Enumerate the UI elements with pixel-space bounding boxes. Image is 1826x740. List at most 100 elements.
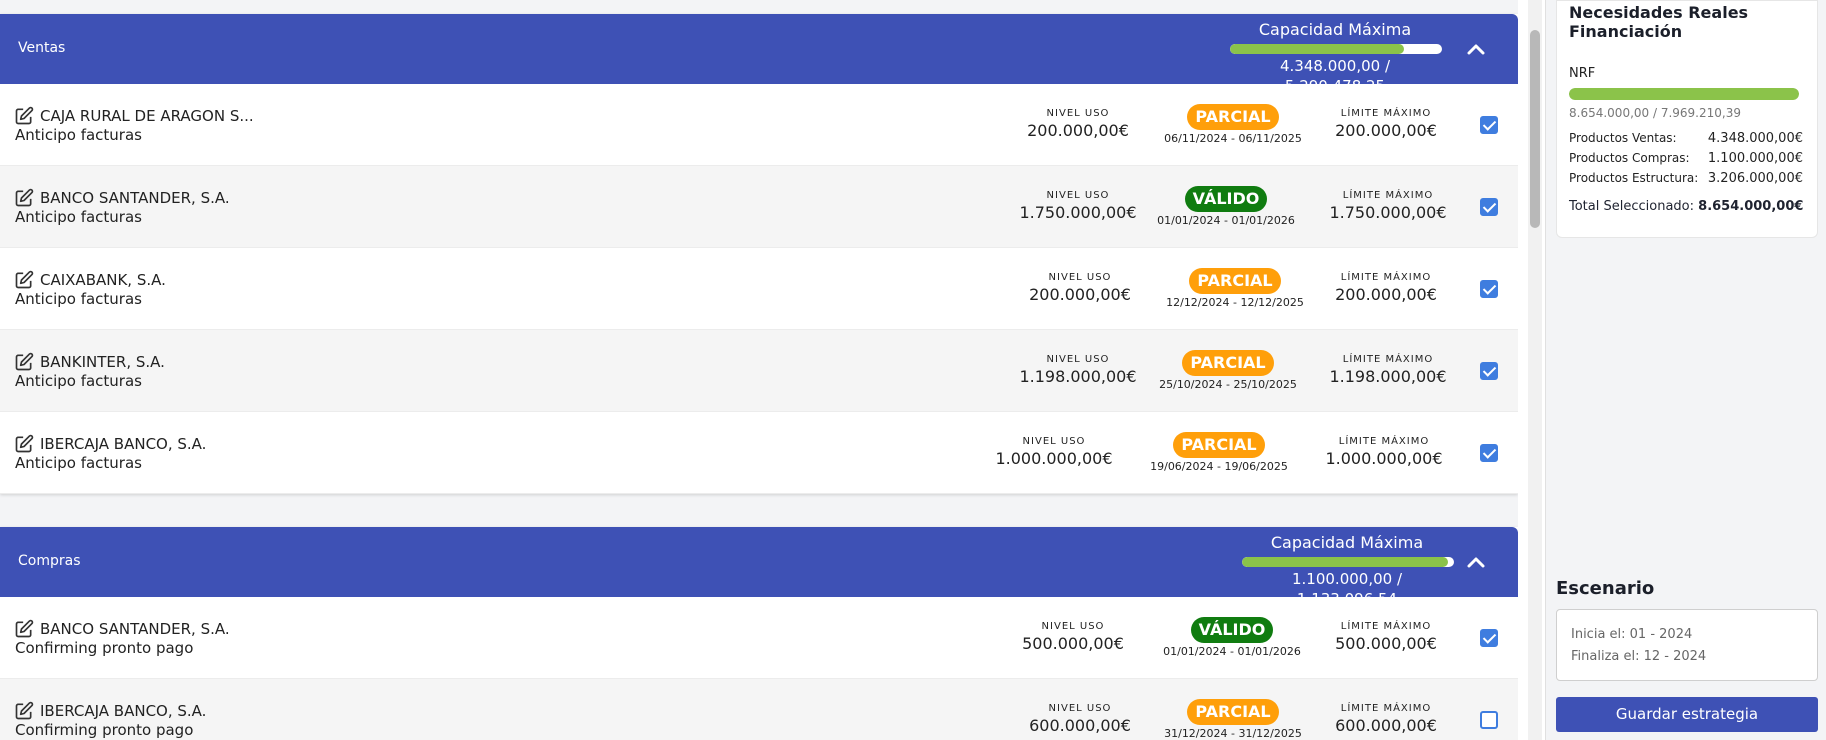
validity-dates: 01/01/2024 - 01/01/2026	[1157, 214, 1295, 227]
select-checkbox[interactable]	[1480, 362, 1498, 380]
limite-maximo-value: 600.000,00€	[1335, 716, 1437, 735]
product-name: Confirming pronto pago	[15, 721, 194, 739]
validity-dates: 31/12/2024 - 31/12/2025	[1164, 727, 1302, 740]
nivel-uso-value: 200.000,00€	[1027, 121, 1129, 140]
status-cell: PARCIAL 19/06/2024 - 19/06/2025	[1139, 432, 1299, 473]
select-checkbox[interactable]	[1480, 444, 1498, 462]
edit-icon[interactable]	[14, 270, 34, 290]
section-ventas: VentasCapacidad Máxima4.348.000,00 / 5.2…	[0, 14, 1518, 494]
total-selected: Total Seleccionado: 8.654.000,00€	[1569, 199, 1805, 214]
table-row: CAIXABANK, S.A. Anticipo facturas NIVEL US…	[0, 248, 1518, 330]
product-name: Anticipo facturas	[15, 290, 142, 308]
nivel-uso: NIVEL USO 600.000,00€	[1015, 703, 1145, 735]
chevron-up-icon[interactable]	[1464, 38, 1488, 62]
section-header[interactable]: ComprasCapacidad Máxima1.100.000,00 / 1.…	[0, 527, 1518, 608]
product-name: Anticipo facturas	[15, 126, 142, 144]
limite-maximo: LÍMITE MÁXIMO 1.000.000,00€	[1314, 436, 1454, 468]
nivel-uso: NIVEL USO 1.198.000,00€	[1013, 354, 1143, 386]
nivel-uso: NIVEL USO 500.000,00€	[1008, 621, 1138, 653]
product-name: Anticipo facturas	[15, 454, 142, 472]
limite-maximo: LÍMITE MÁXIMO 200.000,00€	[1316, 272, 1456, 304]
select-checkbox[interactable]	[1480, 629, 1498, 647]
nivel-uso-label: NIVEL USO	[1041, 621, 1105, 632]
status-badge: VÁLIDO	[1184, 186, 1268, 212]
main-scrollbar[interactable]	[1528, 0, 1542, 740]
table-row: BANKINTER, S.A. Anticipo facturas NIVEL US…	[0, 330, 1518, 412]
edit-icon[interactable]	[14, 188, 34, 208]
status-badge: PARCIAL	[1187, 699, 1279, 725]
section-title: Compras	[18, 553, 81, 569]
bank-name: CAIXABANK, S.A.	[40, 271, 166, 289]
limite-maximo-label: LÍMITE MÁXIMO	[1340, 108, 1432, 119]
table-row: IBERCAJA BANCO, S.A. Confirming pronto pa…	[0, 679, 1518, 740]
save-strategy-button[interactable]: Guardar estrategia	[1556, 697, 1818, 732]
capacity-progress-bar	[1242, 557, 1454, 567]
chevron-up-icon[interactable]	[1464, 551, 1488, 575]
validity-dates: 12/12/2024 - 12/12/2025	[1166, 296, 1304, 309]
nivel-uso-label: NIVEL USO	[1022, 436, 1086, 447]
status-badge: PARCIAL	[1173, 432, 1265, 458]
product-name: Confirming pronto pago	[15, 639, 194, 657]
limite-maximo: LÍMITE MÁXIMO 600.000,00€	[1316, 703, 1456, 735]
nivel-uso: NIVEL USO 200.000,00€	[1013, 108, 1143, 140]
nrf-card: Necesidades Reales Financiación NRF 8.65…	[1556, 0, 1818, 238]
nrf-progress-bar	[1569, 88, 1799, 100]
status-cell: PARCIAL 12/12/2024 - 12/12/2025	[1155, 268, 1315, 309]
limite-maximo-value: 200.000,00€	[1335, 285, 1437, 304]
summary-label: Productos Ventas:	[1569, 131, 1677, 145]
edit-icon[interactable]	[14, 701, 34, 721]
nivel-uso-label: NIVEL USO	[1046, 354, 1110, 365]
validity-dates: 25/10/2024 - 25/10/2025	[1159, 378, 1297, 391]
summary-label: Productos Estructura:	[1569, 171, 1699, 185]
nivel-uso-label: NIVEL USO	[1046, 190, 1110, 201]
edit-icon[interactable]	[14, 106, 34, 126]
total-label: Total Seleccionado:	[1569, 199, 1695, 214]
main-panel: VentasCapacidad Máxima4.348.000,00 / 5.2…	[0, 0, 1518, 740]
limite-maximo-label: LÍMITE MÁXIMO	[1340, 703, 1432, 714]
section-header[interactable]: VentasCapacidad Máxima4.348.000,00 / 5.2…	[0, 14, 1518, 95]
product-name: Anticipo facturas	[15, 208, 142, 226]
summary-item-ventas: Productos Ventas: 4.348.000,00€	[1569, 129, 1805, 149]
select-checkbox[interactable]	[1480, 711, 1498, 729]
nrf-value: 8.654.000,00 / 7.969.210,39	[1569, 106, 1741, 120]
table-row: BANCO SANTANDER, S.A. Confirming pronto p…	[0, 597, 1518, 679]
nivel-uso-label: NIVEL USO	[1048, 703, 1112, 714]
bank-name: BANKINTER, S.A.	[40, 353, 165, 371]
summary-label: Productos Compras:	[1569, 151, 1690, 165]
table-row: CAJA RURAL DE ARAGON S... Anticipo factur…	[0, 84, 1518, 166]
limite-maximo: LÍMITE MÁXIMO 500.000,00€	[1316, 621, 1456, 653]
limite-maximo-value: 1.750.000,00€	[1329, 203, 1447, 222]
select-checkbox[interactable]	[1480, 280, 1498, 298]
capacity-progress-bar	[1230, 44, 1442, 54]
summary-item-compras: Productos Compras: 1.100.000,00€	[1569, 149, 1805, 169]
nivel-uso-value: 1.750.000,00€	[1019, 203, 1137, 222]
edit-icon[interactable]	[14, 352, 34, 372]
status-badge: PARCIAL	[1182, 350, 1274, 376]
edit-icon[interactable]	[14, 434, 34, 454]
status-cell: PARCIAL 25/10/2024 - 25/10/2025	[1148, 350, 1308, 391]
section-title: Ventas	[18, 40, 66, 56]
status-cell: VÁLIDO 01/01/2024 - 01/01/2026	[1146, 186, 1306, 227]
status-badge: PARCIAL	[1187, 104, 1279, 130]
edit-icon[interactable]	[14, 619, 34, 639]
summary-value: 3.206.000,00€	[1707, 171, 1803, 186]
select-checkbox[interactable]	[1480, 116, 1498, 134]
limite-maximo: LÍMITE MÁXIMO 1.750.000,00€	[1318, 190, 1458, 222]
select-checkbox[interactable]	[1480, 198, 1498, 216]
scrollbar-thumb[interactable]	[1530, 30, 1540, 228]
status-badge: PARCIAL	[1189, 268, 1281, 294]
escenario-title: Escenario	[1556, 578, 1655, 599]
validity-dates: 19/06/2024 - 19/06/2025	[1150, 460, 1288, 473]
nrf-title: Necesidades Reales Financiación	[1569, 3, 1749, 41]
product-name: Anticipo facturas	[15, 372, 142, 390]
validity-dates: 06/11/2024 - 06/11/2025	[1164, 132, 1302, 145]
nivel-uso-value: 200.000,00€	[1029, 285, 1131, 304]
escenario-box[interactable]: Inicia el: 01 - 2024 Finaliza el: 12 - 2…	[1556, 609, 1818, 681]
capacity-label: Capacidad Máxima	[1270, 533, 1424, 552]
table-row: IBERCAJA BANCO, S.A. Anticipo facturas NIV…	[0, 412, 1518, 494]
section-compras: ComprasCapacidad Máxima1.100.000,00 / 1.…	[0, 527, 1518, 740]
nivel-uso-label: NIVEL USO	[1046, 108, 1110, 119]
limite-maximo-value: 500.000,00€	[1335, 634, 1437, 653]
status-cell: PARCIAL 06/11/2024 - 06/11/2025	[1153, 104, 1313, 145]
bank-name: BANCO SANTANDER, S.A.	[40, 620, 230, 638]
